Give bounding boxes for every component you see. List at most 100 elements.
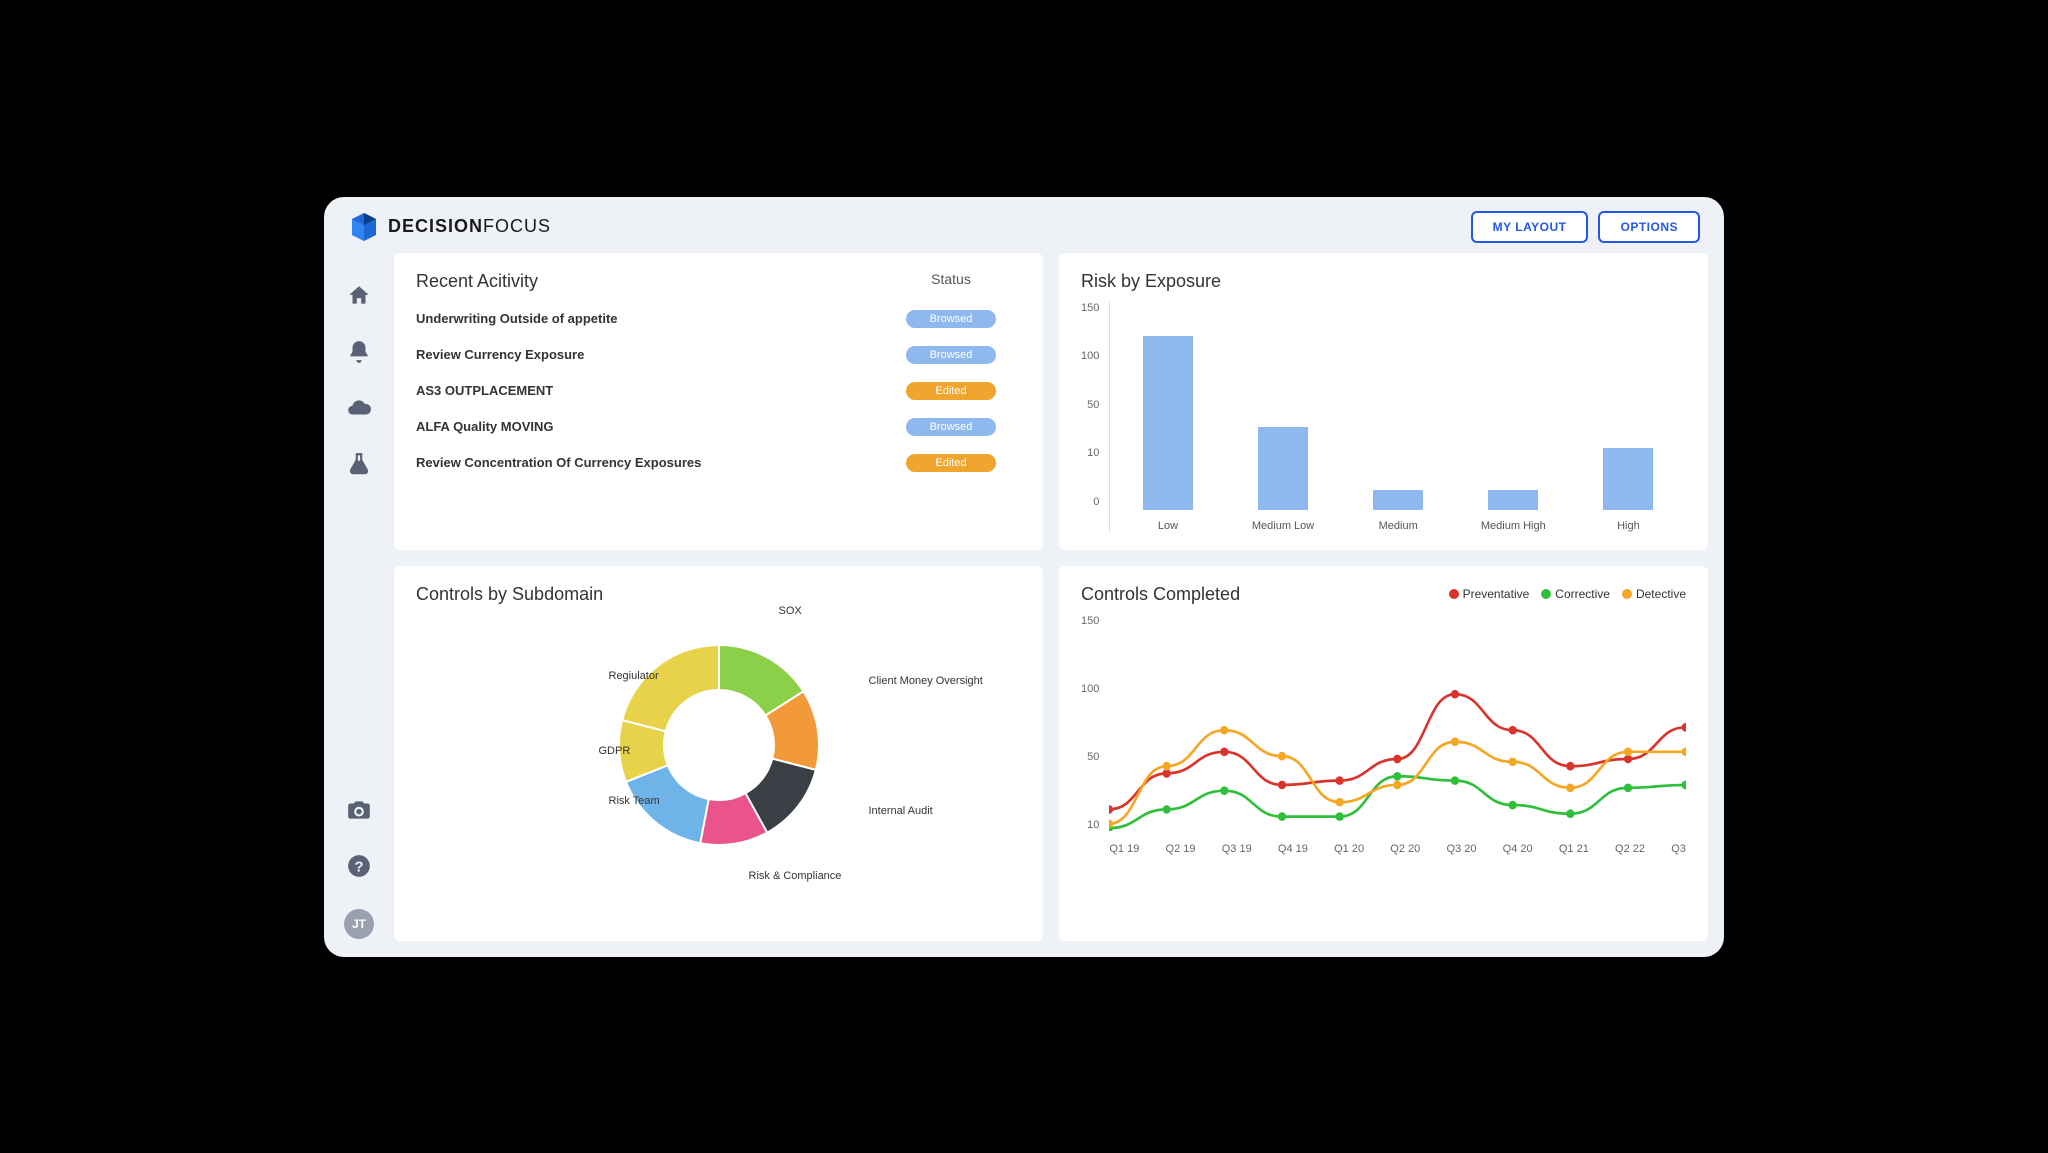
donut-label: Risk & Compliance	[749, 870, 842, 882]
bell-icon[interactable]	[346, 339, 372, 365]
activity-row[interactable]: Underwriting Outside of appetiteBrowsed	[416, 310, 1021, 328]
activity-row[interactable]: Review Concentration Of Currency Exposur…	[416, 454, 1021, 472]
body: ? JT Recent Acitivity Status Underwritin…	[324, 253, 1724, 957]
line-point[interactable]	[1278, 780, 1286, 789]
line-point[interactable]	[1451, 737, 1459, 746]
status-header: Status	[881, 271, 1021, 292]
bar-col: Medium	[1341, 490, 1456, 532]
sidebar: ? JT	[324, 253, 394, 957]
line-point[interactable]	[1394, 780, 1402, 789]
status-pill: Browsed	[906, 346, 996, 364]
my-layout-button[interactable]: MY LAYOUT	[1471, 211, 1589, 243]
activity-label: Underwriting Outside of appetite	[416, 311, 881, 326]
activity-row[interactable]: Review Currency ExposureBrowsed	[416, 346, 1021, 364]
line-point[interactable]	[1624, 747, 1632, 756]
line-point[interactable]	[1336, 776, 1344, 785]
cloud-icon[interactable]	[346, 395, 372, 421]
controls-completed-title: Controls Completed	[1081, 584, 1240, 605]
options-button[interactable]: OPTIONS	[1598, 211, 1700, 243]
logo: DECISIONFOCUS	[348, 211, 551, 243]
camera-icon[interactable]	[346, 797, 372, 823]
bar[interactable]	[1373, 490, 1423, 510]
x-tick: Q2 22	[1615, 843, 1645, 855]
donut-chart: SOXClient Money OversightInternal AuditR…	[416, 615, 1021, 875]
flask-icon[interactable]	[346, 451, 372, 477]
bar[interactable]	[1258, 427, 1308, 510]
activity-row[interactable]: ALFA Quality MOVING Browsed	[416, 418, 1021, 436]
bar-label: Medium Low	[1252, 520, 1314, 532]
y-tick: 150	[1081, 302, 1099, 314]
logo-icon	[348, 211, 380, 243]
x-tick: Q1 19	[1109, 843, 1139, 855]
bar-label: Medium High	[1481, 520, 1546, 532]
bar[interactable]	[1143, 336, 1193, 509]
bar-label: High	[1617, 520, 1640, 532]
x-tick: Q4 20	[1503, 843, 1533, 855]
line-point[interactable]	[1394, 771, 1402, 780]
x-tick: Q1 21	[1559, 843, 1589, 855]
line-point[interactable]	[1509, 800, 1517, 809]
line-point[interactable]	[1221, 747, 1229, 756]
activity-label: Review Concentration Of Currency Exposur…	[416, 455, 881, 470]
line-point[interactable]	[1278, 751, 1286, 760]
avatar[interactable]: JT	[344, 909, 374, 939]
bar-col: High	[1571, 448, 1686, 531]
legend-label: Corrective	[1555, 587, 1610, 601]
status-pill: Edited	[906, 382, 996, 400]
legend-item[interactable]: Corrective	[1541, 587, 1610, 601]
y-tick: 10	[1087, 447, 1099, 459]
svg-text:?: ?	[354, 858, 363, 875]
line-point[interactable]	[1682, 747, 1686, 756]
line-point[interactable]	[1336, 812, 1344, 821]
legend-dot	[1541, 589, 1551, 599]
controls-completed-card: Controls Completed Preventative Correctiv…	[1059, 566, 1708, 941]
line-point[interactable]	[1509, 725, 1517, 734]
recent-activity-card: Recent Acitivity Status Underwriting Out…	[394, 253, 1043, 550]
y-tick: 100	[1081, 683, 1099, 695]
line-point[interactable]	[1163, 761, 1171, 770]
legend-label: Detective	[1636, 587, 1686, 601]
line-point[interactable]	[1163, 805, 1171, 814]
risk-exposure-card: Risk by Exposure 15010050100 LowMedium L…	[1059, 253, 1708, 550]
line-point[interactable]	[1509, 757, 1517, 766]
line-point[interactable]	[1451, 776, 1459, 785]
line-point[interactable]	[1336, 797, 1344, 806]
line-point[interactable]	[1221, 725, 1229, 734]
line-point[interactable]	[1109, 805, 1113, 814]
activity-label: ALFA Quality MOVING	[416, 419, 881, 434]
bar-col: Medium Low	[1225, 427, 1340, 532]
recent-activity-title: Recent Acitivity	[416, 271, 881, 292]
y-tick: 50	[1087, 399, 1099, 411]
bar-label: Medium	[1379, 520, 1418, 532]
activity-row[interactable]: AS3 OUTPLACEMENT Edited	[416, 382, 1021, 400]
line-point[interactable]	[1451, 689, 1459, 698]
controls-subdomain-title: Controls by Subdomain	[416, 584, 1021, 605]
line-chart: 1501005010 Q1 19Q2 19Q3 19Q4 19Q1 20Q2 2…	[1081, 615, 1686, 855]
x-tick: Q2 19	[1166, 843, 1196, 855]
risk-exposure-title: Risk by Exposure	[1081, 271, 1686, 292]
line-point[interactable]	[1682, 780, 1686, 789]
legend-item[interactable]: Detective	[1622, 587, 1686, 601]
line-point[interactable]	[1567, 761, 1575, 770]
home-icon[interactable]	[346, 283, 372, 309]
line-point[interactable]	[1682, 723, 1686, 732]
header-buttons: MY LAYOUT OPTIONS	[1471, 211, 1700, 243]
line-point[interactable]	[1567, 783, 1575, 792]
line-point[interactable]	[1567, 809, 1575, 818]
donut-label: SOX	[779, 605, 802, 617]
line-point[interactable]	[1394, 754, 1402, 763]
line-point[interactable]	[1278, 812, 1286, 821]
legend-item[interactable]: Preventative	[1449, 587, 1530, 601]
line-point[interactable]	[1624, 783, 1632, 792]
donut-label: Internal Audit	[869, 805, 933, 817]
line-series[interactable]	[1109, 694, 1686, 809]
controls-subdomain-card: Controls by Subdomain SOXClient Money Ov…	[394, 566, 1043, 941]
legend-label: Preventative	[1463, 587, 1530, 601]
bar[interactable]	[1603, 448, 1653, 509]
help-icon[interactable]: ?	[346, 853, 372, 879]
status-pill: Browsed	[906, 418, 996, 436]
bar-label: Low	[1158, 520, 1178, 532]
activity-label: AS3 OUTPLACEMENT	[416, 383, 881, 398]
line-point[interactable]	[1221, 786, 1229, 795]
bar[interactable]	[1488, 490, 1538, 510]
